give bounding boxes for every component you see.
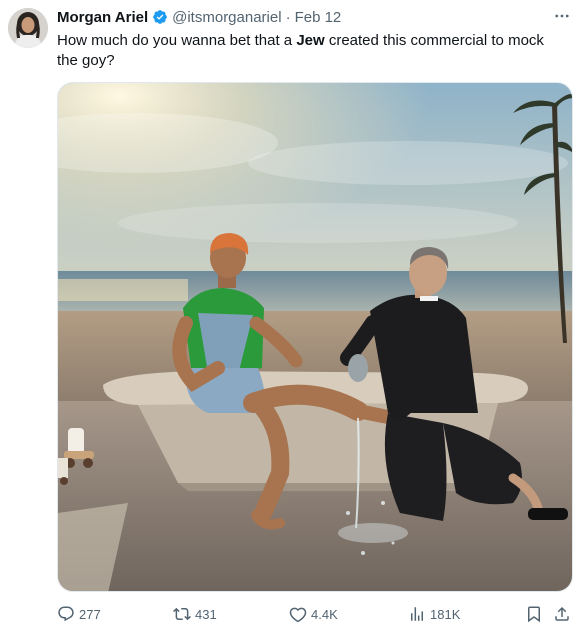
more-horizontal-icon[interactable] [551, 5, 573, 27]
tweet-text: How much do you wanna bet that a Jew cre… [57, 31, 562, 71]
reply-count: 277 [79, 606, 101, 622]
share-icon [555, 606, 569, 621]
reply-button[interactable]: 277 [57, 602, 101, 626]
like-button[interactable]: 4.4K [289, 602, 338, 626]
views-button[interactable]: 181K [408, 602, 460, 626]
share-button[interactable] [553, 602, 571, 626]
retweet-count: 431 [195, 606, 217, 622]
author-name[interactable]: Morgan Ariel [57, 9, 148, 26]
tweet-actions: 277 431 4.4K 181K [57, 602, 573, 626]
author-handle[interactable]: @itsmorganariel [172, 9, 281, 26]
bookmark-button[interactable] [525, 602, 543, 626]
retweet-icon [173, 607, 191, 621]
tweet-text-part-1: How much do you wanna bet that a [57, 32, 297, 49]
reply-icon [58, 606, 74, 622]
photo-illustration [58, 83, 572, 591]
verified-badge-icon [152, 9, 168, 25]
retweet-button[interactable]: 431 [173, 602, 217, 626]
separator-dot: · [285, 8, 291, 26]
tweet-text-bold: Jew [296, 32, 325, 49]
views-icon [411, 607, 423, 621]
tweet-header: Morgan Ariel @itsmorganariel · Feb 12 [57, 7, 573, 27]
heart-icon [289, 607, 307, 623]
views-count: 181K [430, 606, 461, 622]
bookmark-icon [528, 606, 540, 623]
tweet: Morgan Ariel @itsmorganariel · Feb 12 Ho… [0, 0, 585, 631]
tweet-photo[interactable] [57, 82, 573, 592]
tweet-date[interactable]: Feb 12 [295, 9, 342, 26]
like-count: 4.4K [311, 606, 338, 622]
avatar[interactable] [8, 8, 48, 48]
